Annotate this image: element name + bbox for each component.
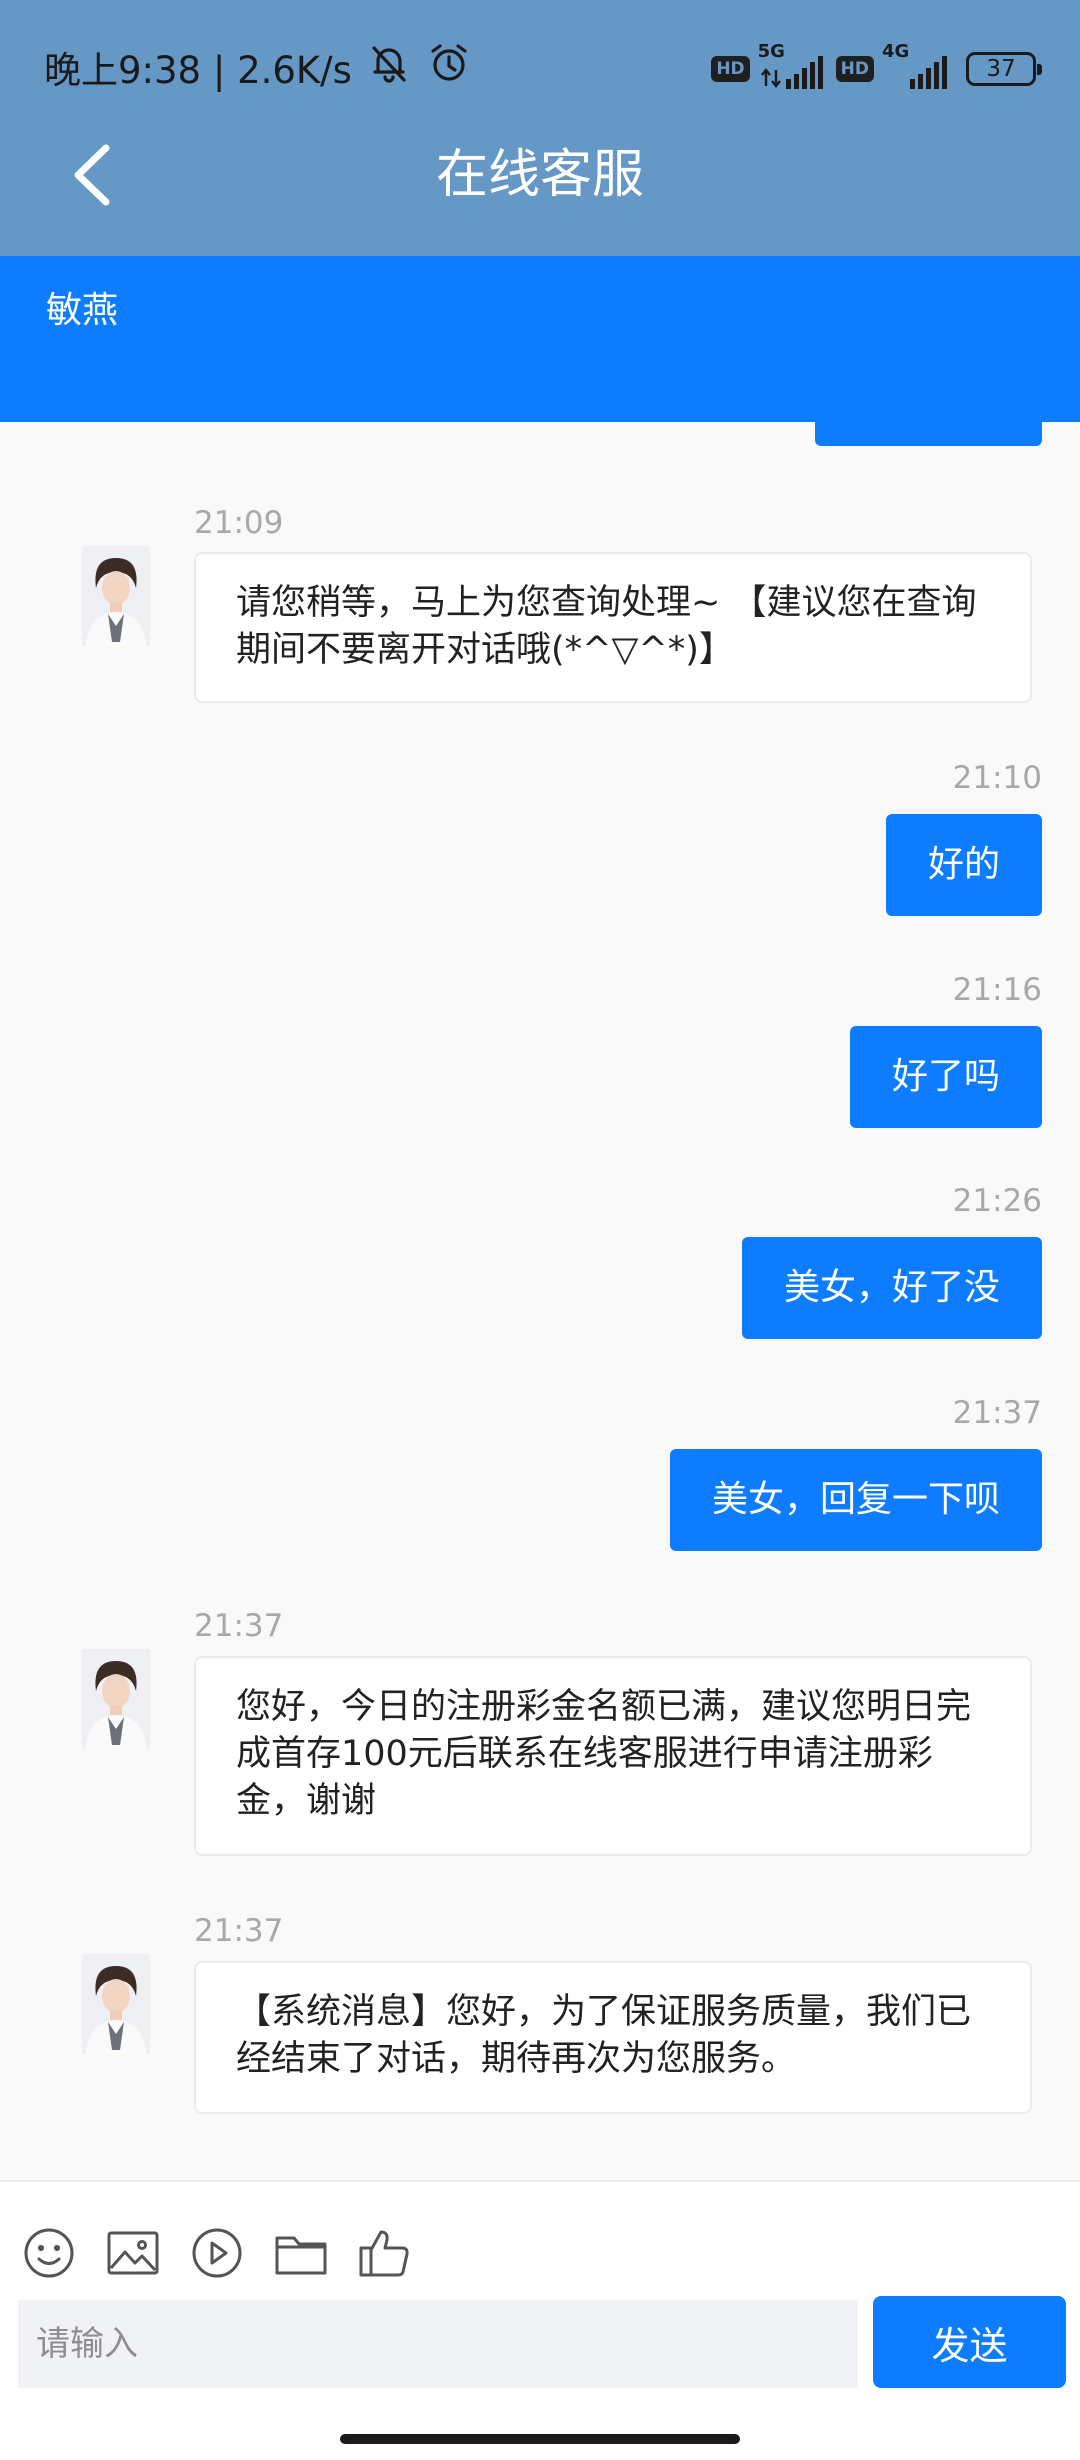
image-icon[interactable] bbox=[106, 2226, 160, 2280]
signal-icon bbox=[910, 56, 947, 89]
status-left: 晚上9:38 | 2.6K/s bbox=[44, 40, 472, 101]
signal-icon bbox=[760, 56, 823, 89]
signal-4g: 4G bbox=[882, 41, 952, 91]
message-bubble-agent[interactable]: 您好，今日的注册彩金名额已满，建议您明日完成首存100元后联系在线客服进行申请注… bbox=[194, 1656, 1032, 1856]
message-input[interactable] bbox=[18, 2300, 858, 2388]
agent-avatar-icon bbox=[82, 1649, 150, 1749]
message-bubble-user[interactable]: 好了吗 bbox=[849, 1026, 1042, 1128]
hd-badge: HD bbox=[711, 56, 750, 82]
thumbs-up-icon[interactable] bbox=[358, 2226, 412, 2280]
status-bar: 晚上9:38 | 2.6K/s HD 5G HD 4G 37 bbox=[0, 0, 1080, 130]
avatar bbox=[82, 546, 150, 646]
agent-banner: 敏燕 bbox=[0, 256, 1080, 422]
avatar bbox=[82, 1649, 150, 1749]
hd-badge: HD bbox=[835, 56, 874, 82]
emoji-icon[interactable] bbox=[22, 2226, 76, 2280]
message-time: 21:10 bbox=[952, 760, 1042, 796]
message-time: 21:37 bbox=[194, 1608, 284, 1644]
message-bubble-agent[interactable]: 【系统消息】您好，为了保证服务质量，我们已经结束了对话，期待再次为您服务。 bbox=[194, 1961, 1032, 2114]
top-bar: 晚上9:38 | 2.6K/s HD 5G HD 4G 37 在线客服 bbox=[0, 0, 1080, 256]
home-indicator[interactable] bbox=[340, 2434, 740, 2444]
mute-bell-icon bbox=[366, 40, 412, 101]
video-icon[interactable] bbox=[190, 2226, 244, 2280]
folder-icon[interactable] bbox=[274, 2226, 328, 2280]
agent-name: 敏燕 bbox=[46, 290, 119, 331]
message-bubble-user[interactable]: 美女，回复一下呗 bbox=[669, 1449, 1042, 1551]
composer: 发送 bbox=[0, 2180, 1080, 2460]
message-time: 21:37 bbox=[194, 1913, 284, 1949]
send-button[interactable]: 发送 bbox=[873, 2296, 1066, 2388]
status-right: HD 5G HD 4G 37 bbox=[711, 41, 1042, 94]
message-time: 21:16 bbox=[952, 972, 1042, 1008]
chevron-left-icon bbox=[74, 144, 110, 206]
back-button[interactable] bbox=[56, 140, 126, 210]
message-time: 21:09 bbox=[194, 505, 284, 541]
message-time: 21:26 bbox=[952, 1183, 1042, 1219]
message-bubble-agent[interactable]: 请您稍等，马上为您查询处理~ 【建议您在查询期间不要离开对话哦(*^▽^*)】 bbox=[194, 552, 1032, 703]
previous-message-bubble-edge bbox=[815, 422, 1042, 446]
message-list[interactable]: 21:09 请您稍等，马上为您查询处理~ 【建议您在查询期间不要离开对话哦(*^… bbox=[0, 446, 1080, 2180]
avatar bbox=[82, 1954, 150, 2054]
battery-icon: 37 bbox=[966, 52, 1042, 86]
message-bubble-user[interactable]: 美女，好了没 bbox=[741, 1237, 1042, 1339]
signal-5g: 5G bbox=[758, 41, 828, 91]
agent-avatar-icon bbox=[82, 1954, 150, 2054]
status-time-speed: 晚上9:38 | 2.6K/s bbox=[44, 48, 352, 92]
composer-toolbar bbox=[22, 2226, 412, 2280]
page-title: 在线客服 bbox=[435, 145, 644, 205]
alarm-icon bbox=[426, 40, 472, 101]
message-bubble-user[interactable]: 好的 bbox=[885, 814, 1042, 916]
agent-avatar-icon bbox=[82, 546, 150, 646]
message-time: 21:37 bbox=[952, 1395, 1042, 1431]
